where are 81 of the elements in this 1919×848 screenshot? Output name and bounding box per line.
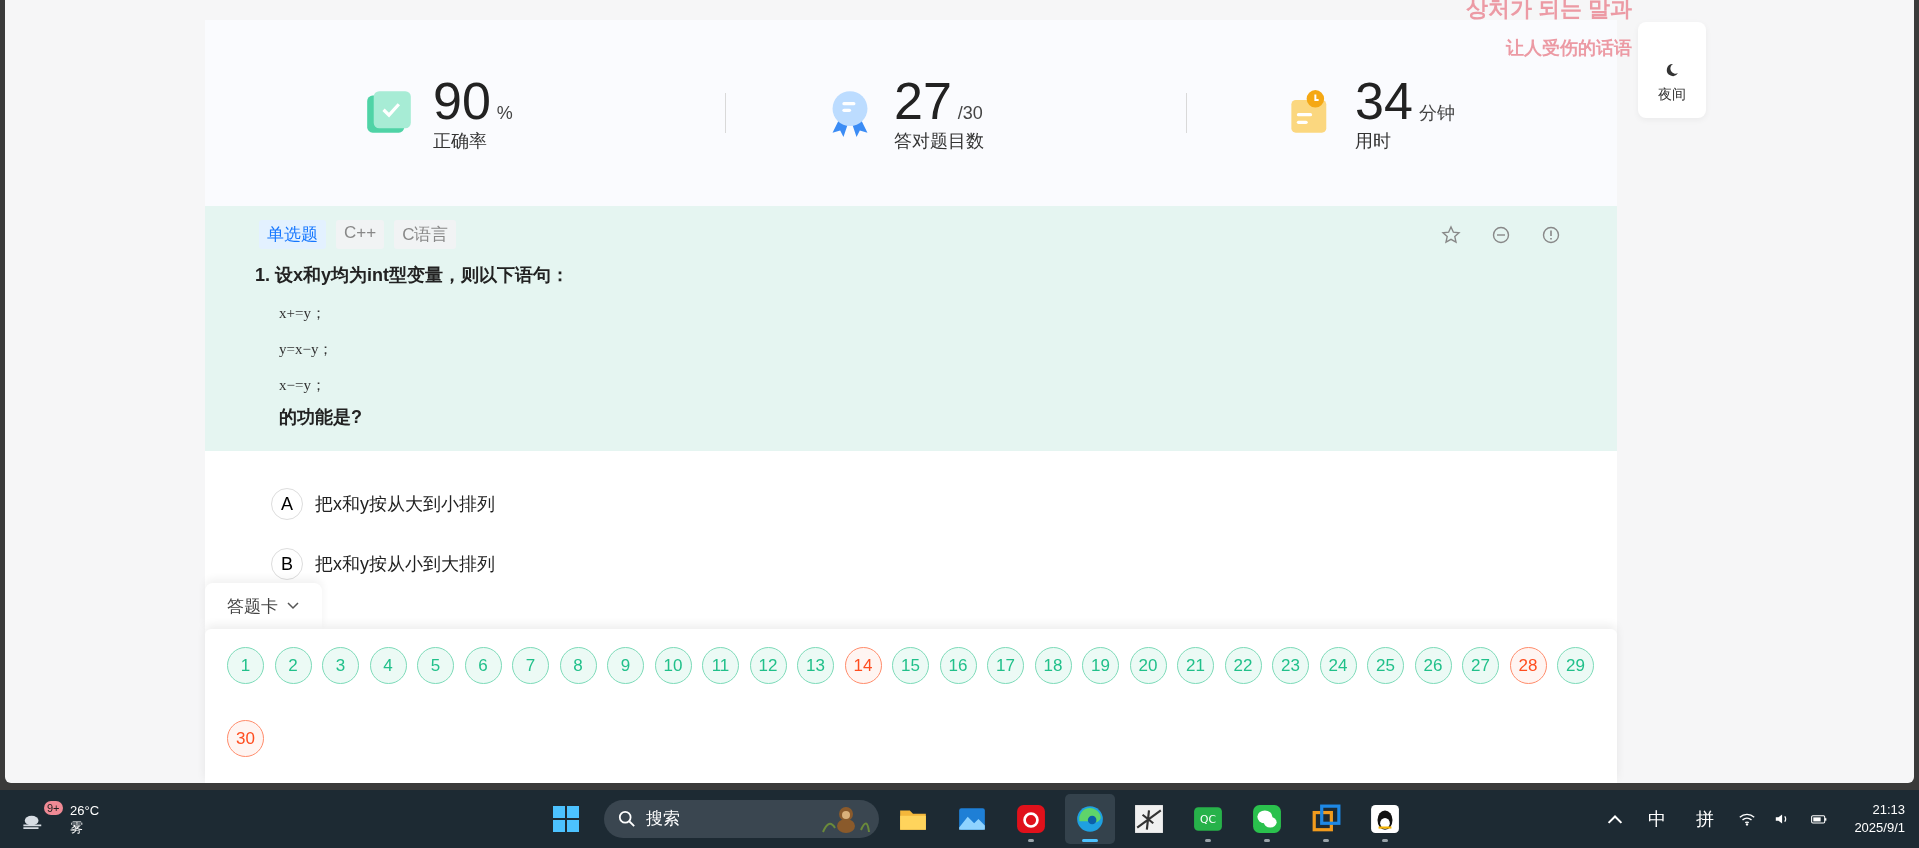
question-number[interactable]: 16 [939, 647, 977, 684]
stat-value: 27 [894, 73, 952, 129]
question-number[interactable]: 5 [417, 647, 454, 684]
weather-condition: 雾 [70, 819, 84, 836]
notification-badge: 9+ [44, 801, 63, 815]
option-text[interactable]: 把x和y按从小到大排列 [315, 552, 495, 576]
squares-icon [1311, 804, 1341, 834]
weather-temperature: 26°C [70, 802, 100, 819]
clock-date[interactable]: 2025/9/1 [1854, 819, 1905, 837]
search-field[interactable]: 搜索 [604, 800, 879, 838]
question-tag: C语言 [394, 220, 457, 249]
question-title: 1. 设x和y均为int型变量，则以下语句： [255, 264, 571, 287]
code-line: x+=y； [279, 304, 327, 323]
question-number[interactable]: 17 [987, 647, 1024, 684]
stat-label: 答对题目数 [894, 130, 984, 153]
star-icon[interactable] [1441, 224, 1461, 245]
search-input[interactable]: 搜索 [644, 808, 813, 830]
stat-unit: 分钟 [1418, 102, 1455, 125]
stat-value: 34 [1355, 73, 1413, 129]
question-number[interactable]: 8 [559, 647, 597, 684]
question-number[interactable]: 4 [369, 647, 407, 684]
search-icon [618, 810, 636, 828]
input-method-indicator[interactable]: 中 [1648, 807, 1667, 831]
question-number[interactable]: 24 [1319, 647, 1357, 684]
windows-start-icon[interactable] [552, 805, 580, 833]
question-number[interactable]: 27 [1462, 647, 1499, 684]
moon-icon [1664, 62, 1680, 78]
question-number[interactable]: 1 [227, 647, 264, 684]
question-number[interactable]: 15 [892, 647, 929, 684]
question-number[interactable]: 29 [1557, 647, 1594, 684]
question-number[interactable]: 20 [1129, 647, 1167, 684]
option-letter[interactable]: B [271, 548, 303, 580]
question-number[interactable]: 6 [464, 647, 502, 684]
question-number[interactable]: 10 [654, 647, 692, 684]
stat-label: 用时 [1355, 130, 1392, 153]
night-mode-button[interactable]: 夜间 [1638, 22, 1706, 118]
monkey-drawing [821, 804, 871, 834]
stat-label: 正确率 [433, 130, 488, 153]
question-tag: 单选题 [259, 220, 326, 249]
plane-icon [1134, 804, 1164, 834]
code-line: y=x−y； [279, 340, 335, 359]
chat-icon [1252, 804, 1282, 834]
answer-card-tab[interactable]: 答题卡 [205, 583, 322, 629]
chevron-icon [286, 601, 300, 611]
browser-icon [1075, 804, 1105, 834]
question-number[interactable]: 11 [702, 647, 739, 684]
question-number[interactable]: 3 [322, 647, 359, 684]
code-line: x−=y； [279, 376, 327, 395]
penguin-icon [1370, 804, 1400, 834]
question-number[interactable]: 21 [1177, 647, 1214, 684]
question-number[interactable]: 9 [607, 647, 644, 684]
lyrics-text: 让人受伤的话语 [1504, 37, 1632, 60]
question-number[interactable]: 18 [1034, 647, 1072, 684]
question-number[interactable]: 12 [749, 647, 787, 684]
question-number[interactable]: 2 [274, 647, 312, 684]
app-logo: QC [1193, 804, 1223, 834]
question-number[interactable]: 23 [1272, 647, 1309, 684]
question-number[interactable]: 14 [844, 647, 882, 684]
music-app-icon [1016, 804, 1046, 834]
question-number[interactable]: 7 [512, 647, 549, 684]
taskbar-app[interactable]: QC [1183, 794, 1233, 844]
option-text[interactable]: 把x和y按从大到小排列 [315, 492, 495, 516]
input-method-indicator[interactable]: 拼 [1696, 807, 1715, 831]
info-circle-icon[interactable] [1541, 224, 1561, 245]
question-number[interactable]: 19 [1082, 647, 1119, 684]
question-number[interactable]: 30 [227, 720, 264, 757]
clock-time[interactable]: 21:13 [1854, 801, 1905, 819]
lyrics-text: 상처가 되는 말과 [1465, 0, 1632, 23]
question-number[interactable]: 25 [1367, 647, 1404, 684]
stat-unit: /30 [957, 103, 983, 124]
option-letter[interactable]: A [271, 488, 303, 520]
question-text: 的功能是? [279, 406, 363, 429]
question-number[interactable]: 28 [1509, 647, 1547, 684]
question-tag: C++ [336, 220, 385, 249]
question-number[interactable]: 22 [1224, 647, 1262, 684]
question-number[interactable]: 26 [1414, 647, 1452, 684]
minus-circle-icon[interactable] [1491, 224, 1511, 245]
stat-value: 90 [433, 73, 491, 129]
wifi-icon[interactable] [1738, 811, 1757, 827]
question-number[interactable]: 13 [797, 647, 834, 684]
stat-unit: % [496, 103, 513, 124]
